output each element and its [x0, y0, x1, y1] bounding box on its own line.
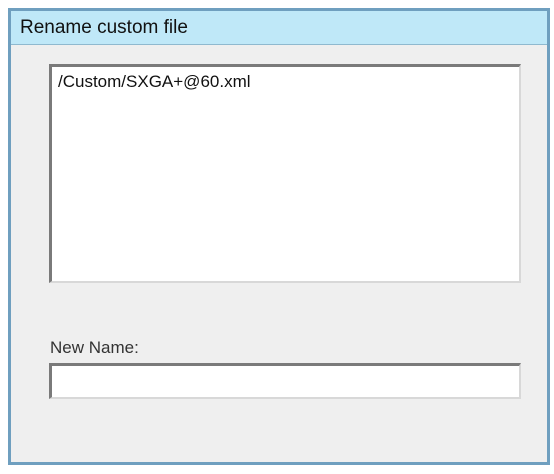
dialog-title: Rename custom file: [20, 17, 188, 38]
new-name-input[interactable]: [49, 363, 521, 399]
new-name-label: New Name:: [50, 338, 139, 357]
file-list[interactable]: /Custom/SXGA+@60.xml: [49, 64, 521, 283]
list-item[interactable]: /Custom/SXGA+@60.xml: [58, 72, 251, 92]
rename-dialog: Rename custom file /Custom/SXGA+@60.xml …: [8, 8, 550, 465]
dialog-titlebar: Rename custom file: [11, 11, 547, 45]
